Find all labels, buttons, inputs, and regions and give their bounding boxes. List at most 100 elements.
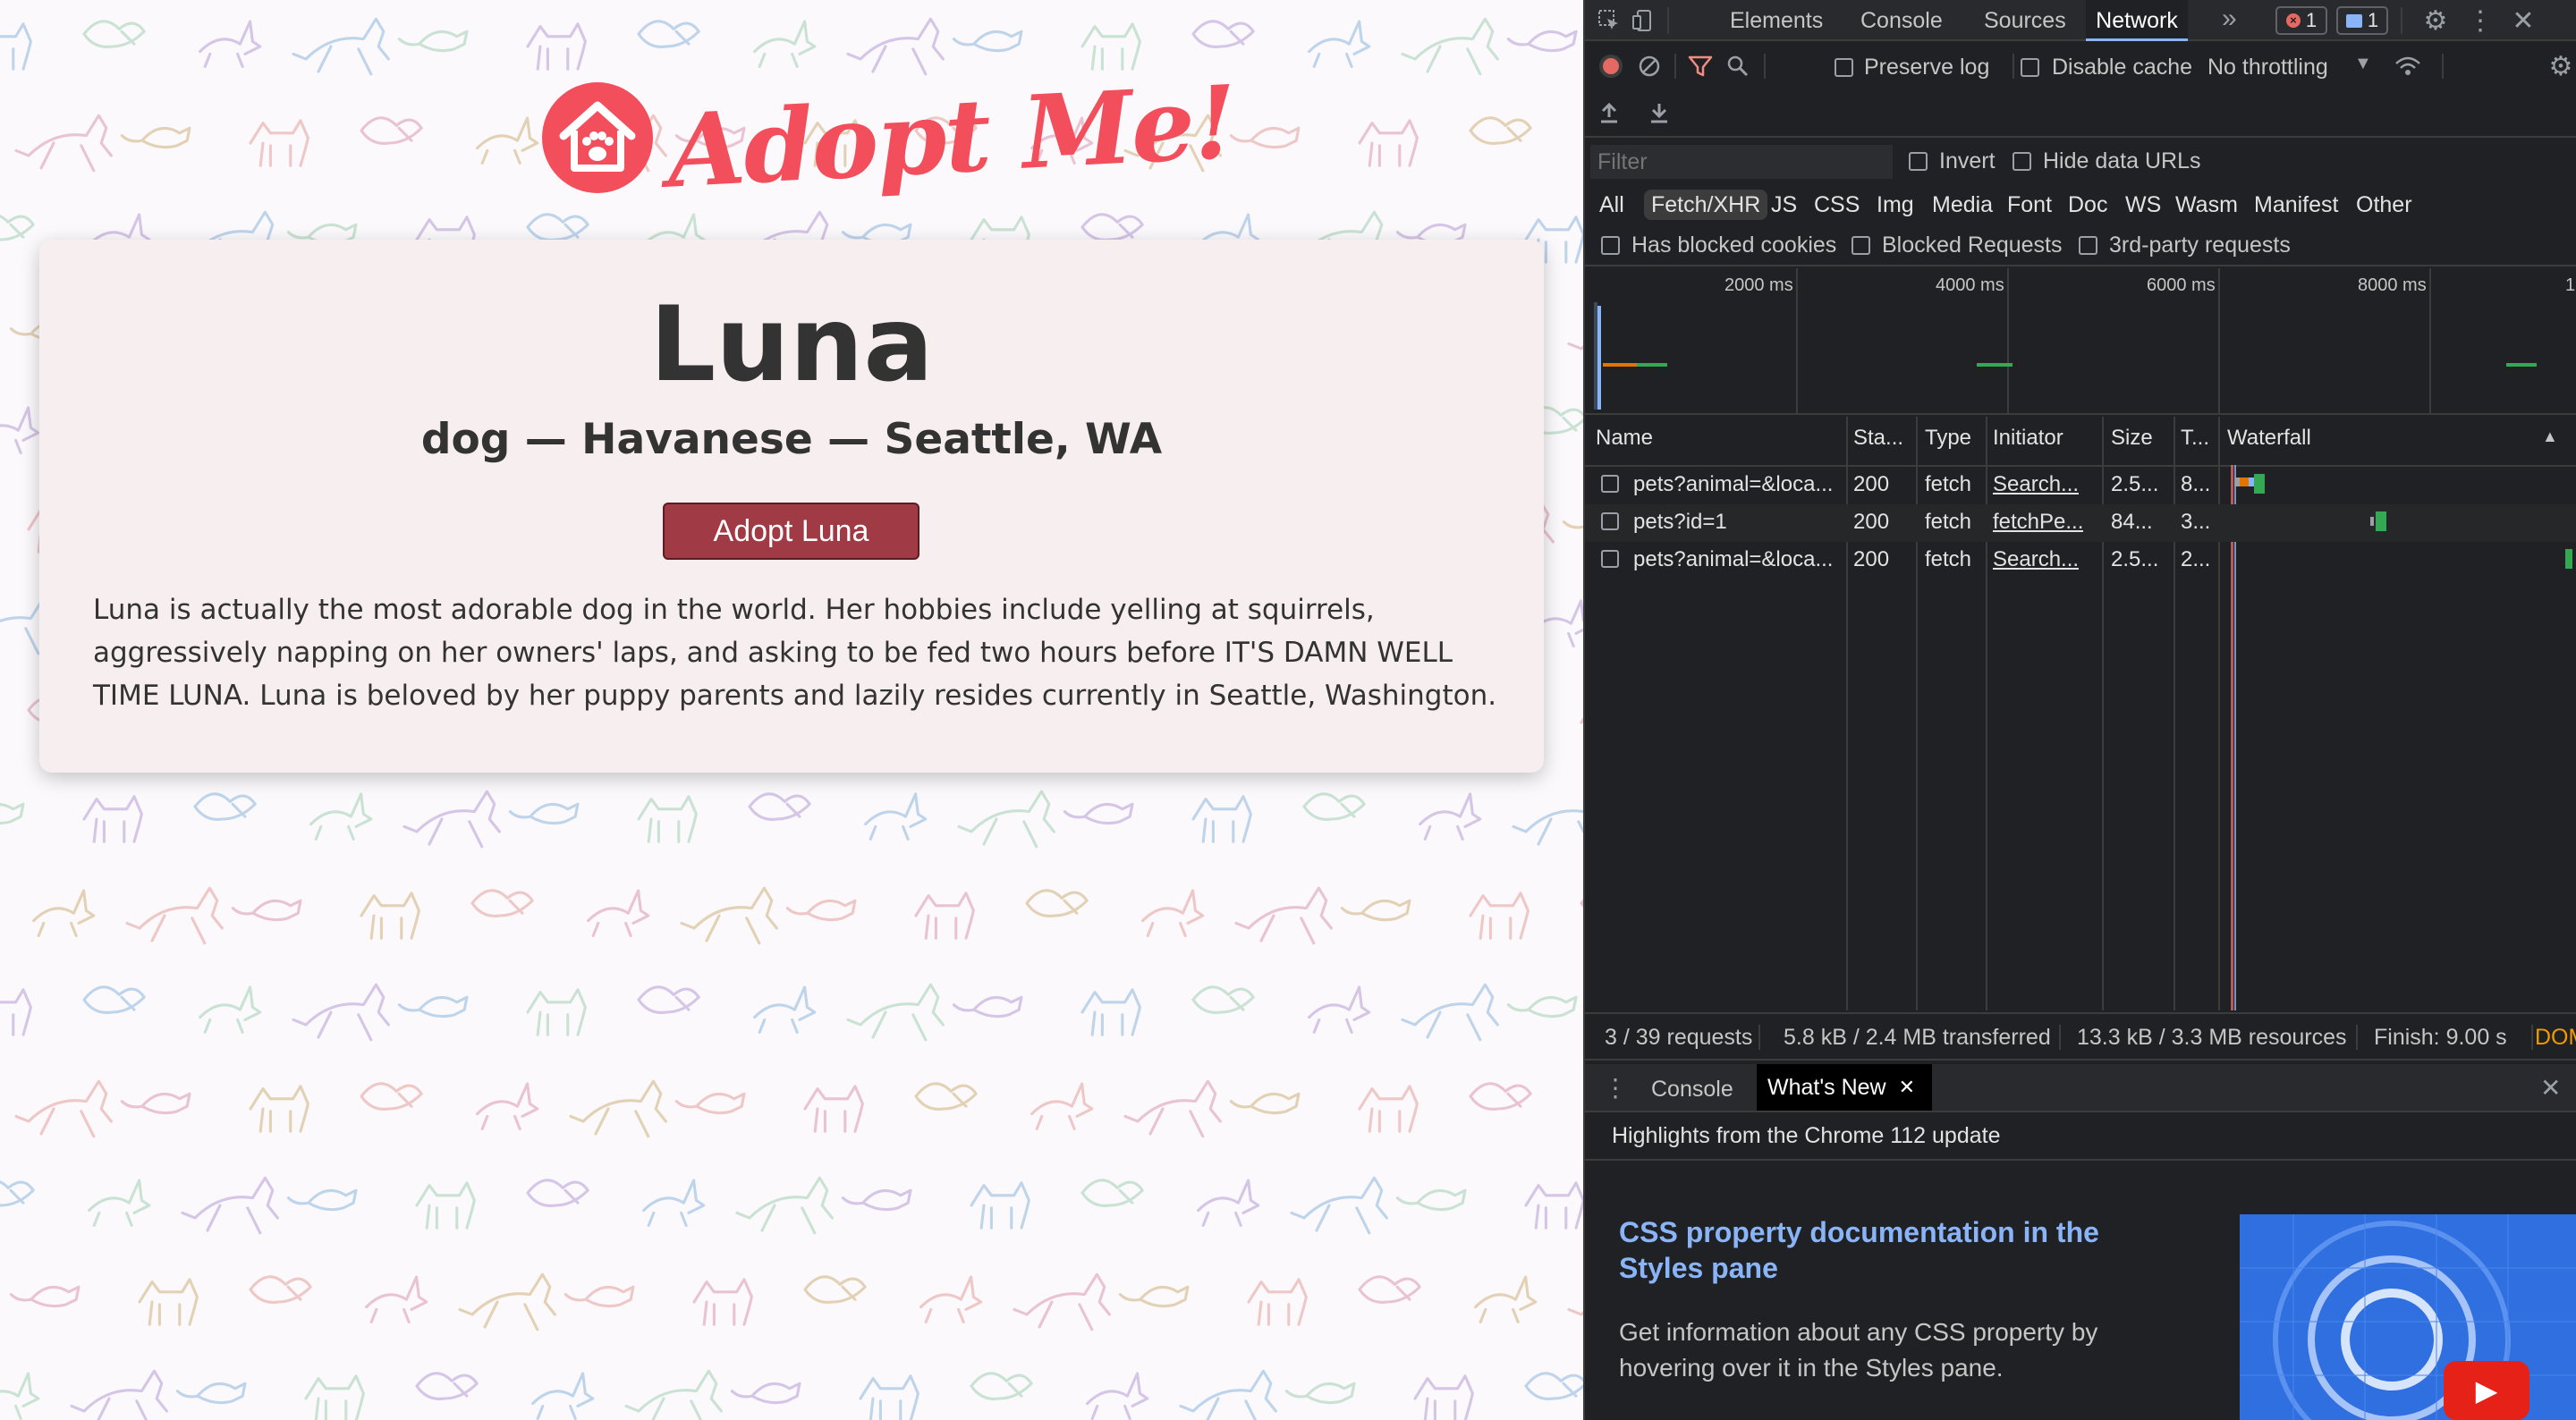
request-time: 3... bbox=[2181, 510, 2211, 534]
pet-details-card: Luna dog — Havanese — Seattle, WA Adopt … bbox=[39, 240, 1544, 773]
animal-outline bbox=[1284, 1382, 1356, 1405]
network-overview[interactable]: 2000 ms 4000 ms 6000 ms 8000 ms 1 bbox=[1585, 268, 2576, 415]
animal-outline bbox=[309, 792, 373, 841]
web-page: Adopt Me! Luna dog — Havanese — Seattle,… bbox=[0, 0, 1583, 1420]
animal-outline bbox=[1191, 985, 1255, 1014]
more-tabs-icon[interactable]: » bbox=[2222, 4, 2237, 34]
tab-sources[interactable]: Sources bbox=[1984, 0, 2066, 41]
drawer-tab-whats-new[interactable]: What's New ✕ bbox=[1757, 1064, 1932, 1111]
network-settings-icon[interactable]: ⚙ bbox=[2546, 52, 2576, 81]
animal-outline bbox=[803, 1085, 864, 1133]
animal-outline bbox=[1302, 792, 1366, 821]
close-drawer-icon[interactable]: ✕ bbox=[2540, 1073, 2561, 1103]
article-body: Get information about any CSS property b… bbox=[1619, 1318, 2098, 1382]
clear-icon[interactable] bbox=[1637, 54, 1662, 79]
animal-outline bbox=[470, 889, 534, 917]
filter-doc[interactable]: Doc bbox=[2068, 190, 2107, 220]
error-count-badge[interactable]: × 1 bbox=[2275, 6, 2327, 35]
animal-outline bbox=[88, 1179, 151, 1227]
hide-data-urls-checkbox[interactable] bbox=[2012, 152, 2031, 171]
device-toolbar-icon[interactable] bbox=[1630, 7, 1657, 34]
animal-outline bbox=[508, 802, 580, 825]
settings-gear-icon[interactable]: ⚙ bbox=[2420, 5, 2451, 36]
devtools-panel: Elements Console Sources Network » × 1 1… bbox=[1583, 0, 2576, 1420]
drawer-tab-console[interactable]: Console bbox=[1651, 1077, 1733, 1103]
filter-font[interactable]: Font bbox=[2007, 190, 2052, 220]
column-name[interactable]: Name bbox=[1596, 426, 1653, 451]
column-waterfall[interactable]: Waterfall bbox=[2227, 426, 2311, 451]
animal-outline bbox=[952, 995, 1023, 1019]
filter-input[interactable] bbox=[1590, 145, 1893, 179]
article-title[interactable]: CSS property documentation in the Styles… bbox=[1619, 1214, 2138, 1286]
adopt-button[interactable]: Adopt Luna bbox=[663, 503, 919, 560]
disable-cache-checkbox[interactable] bbox=[2021, 58, 2039, 77]
animal-outline bbox=[569, 1079, 667, 1138]
waterfall-bar bbox=[2254, 474, 2265, 494]
inspect-element-icon[interactable] bbox=[1596, 7, 1623, 34]
animal-outline bbox=[1030, 1082, 1094, 1130]
filter-media[interactable]: Media bbox=[1932, 190, 1993, 220]
filter-manifest[interactable]: Manifest bbox=[2254, 190, 2338, 220]
request-initiator[interactable]: fetchPe... bbox=[1993, 510, 2083, 535]
search-icon[interactable] bbox=[1724, 54, 1751, 79]
play-button-icon[interactable]: ▶ bbox=[2444, 1361, 2529, 1420]
row-checkbox[interactable] bbox=[1601, 550, 1619, 568]
more-options-icon[interactable]: ⋮ bbox=[2467, 5, 2494, 36]
request-initiator[interactable]: Search... bbox=[1993, 547, 2079, 572]
row-checkbox[interactable] bbox=[1601, 475, 1619, 493]
column-initiator[interactable]: Initiator bbox=[1993, 426, 2063, 451]
record-icon[interactable] bbox=[1599, 55, 1623, 78]
tab-network[interactable]: Network bbox=[2086, 0, 2188, 41]
chevron-down-icon[interactable]: ▼ bbox=[2354, 54, 2372, 74]
filter-css[interactable]: CSS bbox=[1814, 190, 1860, 220]
filter-ws[interactable]: WS bbox=[2125, 190, 2161, 220]
third-party-requests-checkbox[interactable] bbox=[2079, 236, 2097, 255]
request-name[interactable]: pets?animal=&loca... bbox=[1633, 472, 1843, 497]
column-size[interactable]: Size bbox=[2111, 426, 2153, 451]
column-status[interactable]: Sta... bbox=[1853, 426, 1903, 451]
animal-outline bbox=[1141, 889, 1205, 937]
animal-outline bbox=[1080, 988, 1141, 1036]
adopt-me-logo[interactable]: Adopt Me! bbox=[542, 63, 1238, 211]
invert-checkbox[interactable] bbox=[1909, 152, 1928, 171]
filter-wasm[interactable]: Wasm bbox=[2175, 190, 2238, 220]
overview-bar bbox=[2506, 363, 2537, 367]
filter-all[interactable]: All bbox=[1599, 190, 1624, 220]
animal-outline bbox=[1086, 1372, 1149, 1420]
animal-outline bbox=[1118, 1285, 1190, 1308]
column-time[interactable]: T... bbox=[2181, 426, 2209, 451]
close-tab-icon[interactable]: ✕ bbox=[1899, 1076, 1915, 1099]
row-checkbox[interactable] bbox=[1601, 512, 1619, 530]
throttling-select[interactable]: No throttling bbox=[2207, 55, 2328, 80]
request-name[interactable]: pets?animal=&loca... bbox=[1633, 547, 1843, 572]
import-har-icon[interactable] bbox=[1596, 98, 1623, 127]
request-initiator[interactable]: Search... bbox=[1993, 472, 2079, 497]
network-conditions-icon[interactable] bbox=[2394, 54, 2422, 79]
drawer-menu-icon[interactable]: ⋮ bbox=[1603, 1073, 1628, 1103]
filter-js[interactable]: JS bbox=[1771, 190, 1797, 220]
close-devtools-icon[interactable]: ✕ bbox=[2508, 5, 2538, 36]
sort-ascending-icon[interactable]: ▲ bbox=[2542, 427, 2558, 446]
request-name[interactable]: pets?id=1 bbox=[1633, 510, 1843, 535]
tab-console[interactable]: Console bbox=[1860, 0, 1943, 41]
preserve-log-checkbox[interactable] bbox=[1835, 58, 1853, 77]
drawer-tab-bar: ⋮ Console What's New ✕ ✕ bbox=[1585, 1064, 2576, 1112]
message-count-badge[interactable]: 1 bbox=[2336, 6, 2388, 35]
tab-elements[interactable]: Elements bbox=[1730, 0, 1823, 41]
animal-outline bbox=[730, 1382, 801, 1405]
filter-other[interactable]: Other bbox=[2356, 190, 2412, 220]
waterfall-bar bbox=[2376, 511, 2386, 531]
animal-outline bbox=[397, 30, 469, 53]
animal-outline bbox=[1469, 892, 1530, 940]
has-blocked-cookies-checkbox[interactable] bbox=[1601, 236, 1620, 255]
video-thumbnail[interactable]: ▶ bbox=[2240, 1214, 2576, 1420]
filter-icon[interactable] bbox=[1687, 54, 1714, 79]
transferred-size: 5.8 kB / 2.4 MB transferred bbox=[1784, 1025, 2051, 1050]
filter-fetch-xhr[interactable]: Fetch/XHR bbox=[1644, 190, 1768, 220]
filter-img[interactable]: Img bbox=[1877, 190, 1914, 220]
column-type[interactable]: Type bbox=[1925, 426, 1971, 451]
animal-outline bbox=[846, 983, 945, 1042]
blocked-requests-checkbox[interactable] bbox=[1852, 236, 1870, 255]
export-har-icon[interactable] bbox=[1646, 98, 1673, 127]
animal-outline bbox=[637, 795, 698, 843]
